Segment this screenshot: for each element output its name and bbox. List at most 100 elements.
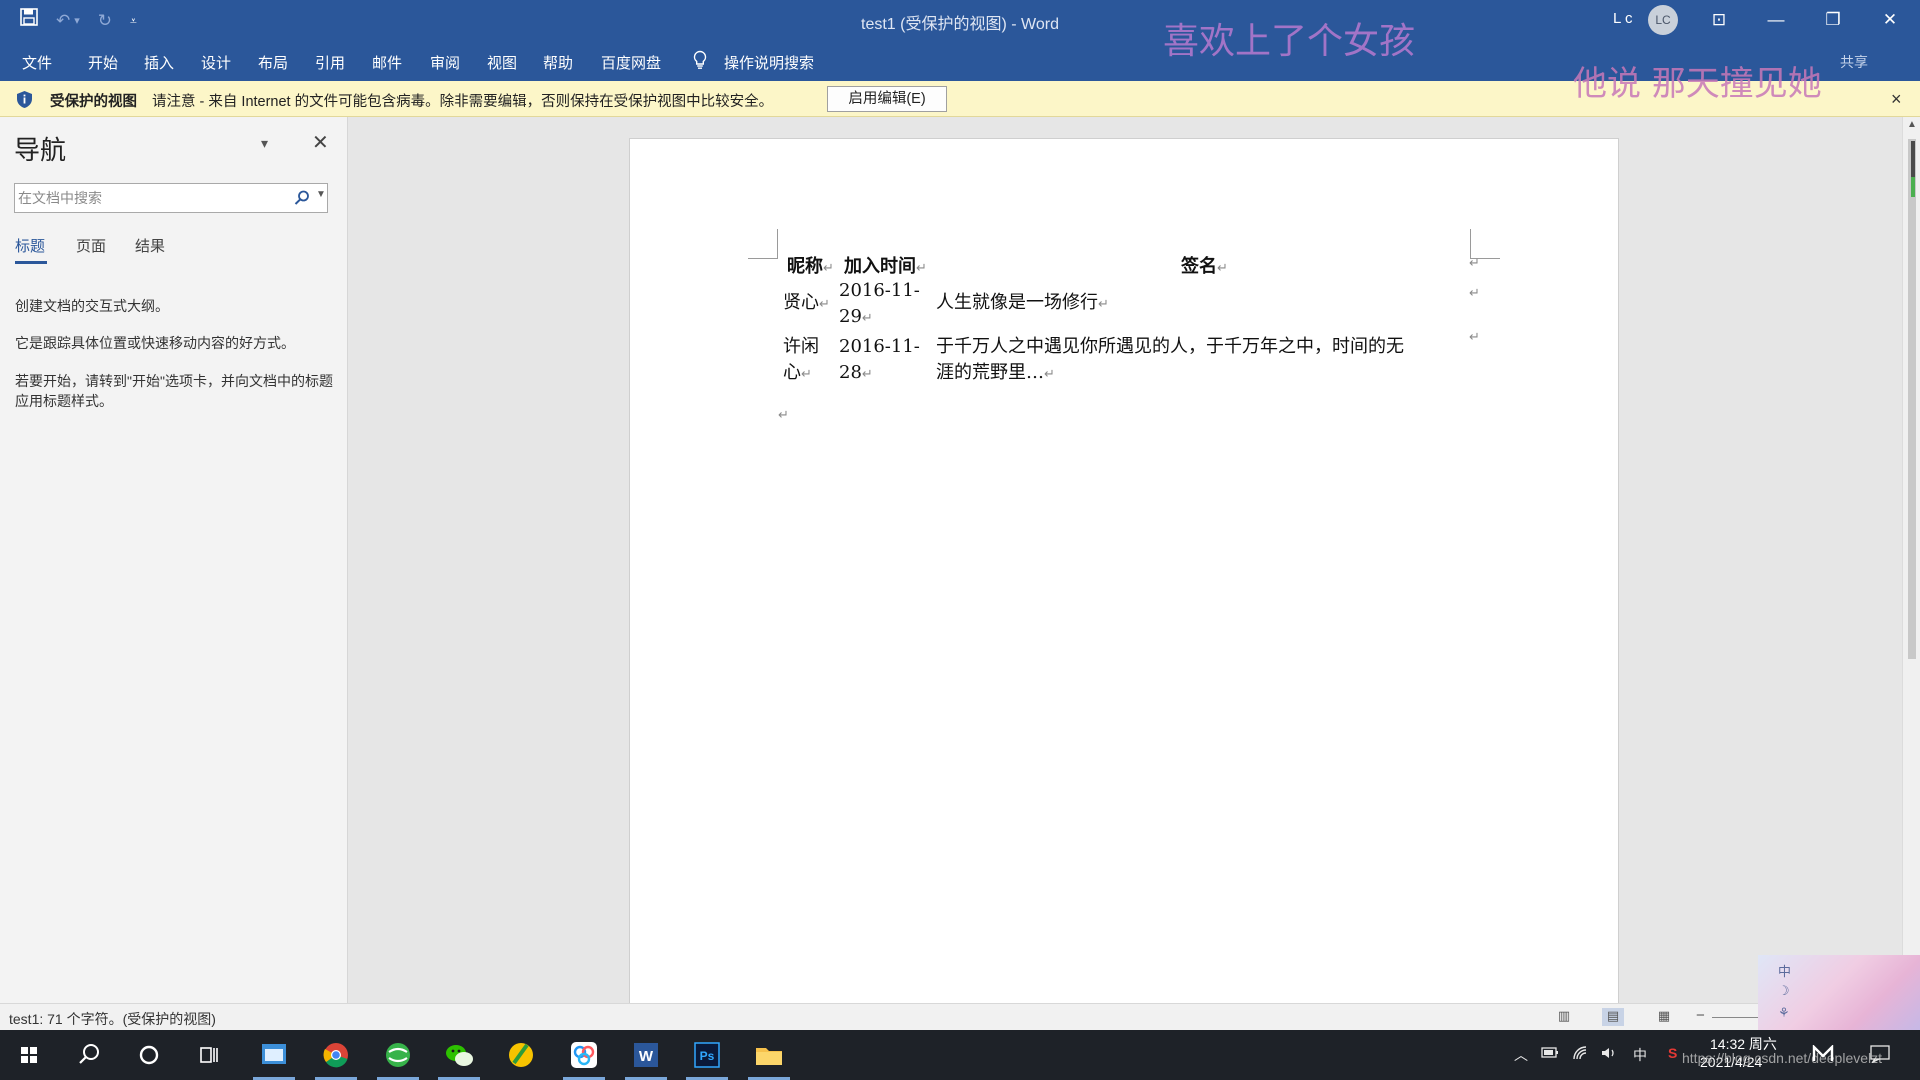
start-button[interactable] (4, 1030, 54, 1080)
notification-icon[interactable] (1870, 1045, 1890, 1066)
row1-date-line2: 29 (839, 306, 862, 327)
music-app-icon[interactable] (496, 1030, 546, 1080)
cortana-icon[interactable] (124, 1030, 174, 1080)
close-icon[interactable]: × (1891, 89, 1902, 110)
tab-home[interactable]: 开始 (88, 52, 118, 73)
zoom-out-icon[interactable]: − (1696, 1007, 1705, 1024)
tell-me-search[interactable]: 操作说明搜索 (724, 52, 814, 73)
header-nickname: 昵称 (787, 256, 823, 277)
tab-pages[interactable]: 页面 (76, 235, 106, 256)
cell-mark: ↵ (819, 297, 830, 312)
header-signature: 签名 (1181, 256, 1217, 277)
protected-view-title: 受保护的视图 (50, 94, 137, 110)
tab-view[interactable]: 视图 (487, 52, 517, 73)
ime-mode-label[interactable]: 中 (1778, 961, 1791, 980)
enable-editing-button[interactable]: 启用编辑(E) (827, 86, 947, 112)
tab-results[interactable]: 结果 (135, 235, 165, 256)
nav-help-text: 它是跟踪具体位置或快速移动内容的好方式。 (15, 335, 295, 351)
print-layout-icon[interactable]: ▤ (1602, 1008, 1624, 1026)
web-layout-icon[interactable]: ▦ (1653, 1008, 1675, 1026)
app-icon-window[interactable] (249, 1030, 299, 1080)
search-icon[interactable] (64, 1030, 114, 1080)
moon-icon[interactable]: ☽ (1778, 983, 1790, 999)
title-bar: ↶ ▾ ↻ ⩡ test1 (受保护的视图) - Word L c LC ⊡ —… (0, 0, 1920, 40)
table-cell[interactable]: 许闲 心↵ (783, 334, 819, 388)
tab-mailings[interactable]: 邮件 (372, 52, 402, 73)
browser-icon[interactable] (373, 1030, 423, 1080)
row1-signature: 人生就像是一场修行 (936, 292, 1098, 313)
read-mode-icon[interactable]: ▥ (1553, 1008, 1575, 1026)
table-header-cell[interactable]: 昵称↵ (787, 254, 834, 282)
watermark-url: https://blog.csdn.net/deeplevelzt (1682, 1050, 1883, 1066)
search-input[interactable] (18, 187, 280, 209)
close-window-button[interactable]: ✕ (1862, 0, 1918, 40)
tab-insert[interactable]: 插入 (144, 52, 174, 73)
tab-baidu-netdisk[interactable]: 百度网盘 (601, 52, 661, 73)
chevron-up-icon[interactable]: ︿ (1514, 1045, 1528, 1065)
volume-icon[interactable] (1600, 1045, 1618, 1064)
app-m-icon[interactable] (1812, 1044, 1834, 1066)
row2-date-line1: 2016-11- (839, 336, 920, 357)
ime-indicator[interactable]: 中 (1633, 1045, 1647, 1065)
vertical-scrollbar[interactable]: ▲ (1902, 117, 1920, 1003)
cell-mark: ↵ (1217, 261, 1228, 276)
table-cell[interactable]: 2016-11- 28↵ (839, 334, 920, 388)
file-explorer-icon[interactable] (744, 1030, 794, 1080)
scroll-up-icon[interactable]: ▲ (1907, 119, 1917, 130)
minimize-button[interactable]: — (1748, 0, 1804, 40)
sogou-icon[interactable]: S (1668, 1045, 1677, 1061)
tab-headings[interactable]: 标题 (15, 235, 45, 256)
table-cell[interactable]: 人生就像是一场修行↵ (936, 290, 1109, 318)
baidu-netdisk-icon[interactable] (559, 1030, 609, 1080)
task-view-icon[interactable] (184, 1030, 234, 1080)
row1-date-line1: 2016-11- (839, 280, 920, 301)
table-header-cell[interactable]: 签名↵ (1181, 254, 1228, 282)
tab-design[interactable]: 设计 (201, 52, 231, 73)
cell-mark: ↵ (1098, 297, 1109, 312)
lightbulb-icon[interactable] (692, 50, 708, 70)
row2-signature-line2: 涯的荒野里… (936, 362, 1044, 383)
battery-icon[interactable] (1541, 1045, 1559, 1062)
cell-mark: ↵ (1044, 367, 1055, 382)
tab-layout[interactable]: 布局 (258, 52, 288, 73)
navigation-pane: 导航 ▾ ✕ ▼ 标题 页面 结果 创建文档的交互式大纲。 它是跟踪具体位置或快… (0, 117, 348, 1003)
page-corner-mark (1470, 229, 1500, 259)
search-icon[interactable] (293, 189, 311, 207)
header-join-time: 加入时间 (844, 256, 916, 277)
tab-file[interactable]: 文件 (22, 52, 52, 73)
cell-mark: ↵ (916, 261, 927, 276)
table-cell[interactable]: 2016-11- 29↵ (839, 278, 920, 332)
tab-references[interactable]: 引用 (315, 52, 345, 73)
avatar[interactable]: LC (1648, 5, 1678, 35)
cell-mark: ↵ (861, 367, 873, 382)
word-count-status[interactable]: test1: 71 个字符。(受保护的视图) (9, 1009, 216, 1029)
share-button[interactable]: 共享 (1840, 52, 1868, 72)
nav-pane-title: 导航 (14, 135, 67, 165)
zoom-slider[interactable] (1712, 1017, 1762, 1018)
word-icon[interactable]: W (621, 1030, 671, 1080)
document-page[interactable]: 昵称↵ 加入时间↵ 签名↵ ↵ 贤心↵ 2016-11- 29↵ 人生就像是一场修… (629, 138, 1619, 1003)
cell-mark: ↵ (823, 261, 834, 276)
close-icon[interactable]: ✕ (312, 130, 329, 155)
tab-review[interactable]: 审阅 (430, 52, 460, 73)
tab-help[interactable]: 帮助 (543, 52, 573, 73)
cell-mark: ↵ (801, 367, 812, 382)
chrome-icon[interactable] (311, 1030, 361, 1080)
table-cell[interactable]: 贤心↵ (783, 290, 830, 318)
restore-button[interactable]: ❐ (1805, 0, 1861, 40)
table-cell[interactable]: 于千万人之中遇见你所遇见的人，于千万年之中，时间的无 涯的荒野里…↵ (936, 334, 1404, 388)
protected-view-message: 请注意 - 来自 Internet 的文件可能包含病毒。除非需要编辑，否则保持在… (152, 94, 774, 110)
document-area[interactable]: 昵称↵ 加入时间↵ 签名↵ ↵ 贤心↵ 2016-11- 29↵ 人生就像是一场修… (349, 117, 1902, 1003)
ribbon-display-options-icon[interactable]: ⊡ (1691, 0, 1747, 40)
user-name[interactable]: L c (1613, 10, 1632, 27)
photoshop-icon[interactable]: Ps (682, 1030, 732, 1080)
wifi-icon[interactable] (1572, 1045, 1590, 1064)
nav-help-text: 创建文档的交互式大纲。 (15, 298, 169, 314)
nav-help-text: 若要开始，请转到"开始"选项卡，并向文档中的标题应用标题样式。 (15, 373, 333, 409)
chevron-down-icon[interactable]: ▾ (261, 135, 268, 152)
flower-icon[interactable]: ⚘ (1778, 1005, 1790, 1021)
wechat-icon[interactable] (434, 1030, 484, 1080)
scrollbar-thumb[interactable] (1908, 139, 1916, 659)
chevron-down-icon[interactable]: ▼ (316, 189, 326, 200)
overlay-lyric: 他说 那天撞见她 (1573, 64, 1822, 104)
